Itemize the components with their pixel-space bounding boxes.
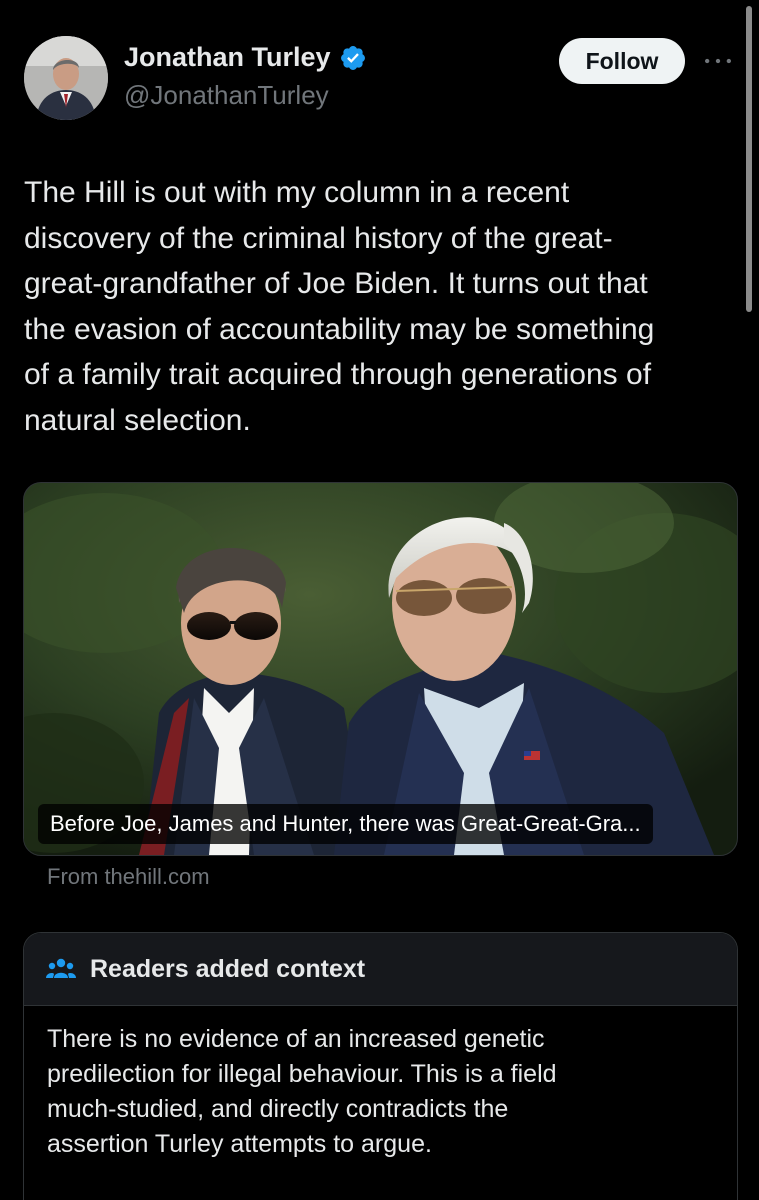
more-horizontal-icon[interactable] [700,46,736,76]
tweet-text-line: The Hill is out with my column in a rece… [24,176,570,209]
note-body-line: assertion Turley attempts to argue. [47,1130,432,1158]
tweet-text-line: natural selection. [24,403,251,437]
community-note-header[interactable]: Readers added context [24,933,737,1006]
link-card-image[interactable] [23,482,738,856]
note-body-line: predilection for illegal behaviour. This… [47,1060,557,1088]
follow-button[interactable]: Follow [559,38,685,84]
tweet-text-line: of a family trait acquired through gener… [24,358,652,391]
community-note-title: Readers added context [90,954,366,983]
note-body-line: There is no evidence of an increased gen… [47,1025,545,1053]
scrollbar[interactable] [746,6,752,312]
community-note: Readers added context There is no eviden… [23,932,738,1200]
tweet-text: The Hill is out with my column in a rece… [24,170,736,443]
link-card-source[interactable]: From thehill.com [47,864,210,890]
author-name-row[interactable]: Jonathan Turley [124,42,367,73]
verified-badge-icon[interactable] [339,44,367,72]
photo-two-men-walking [24,483,737,855]
community-note-body: There is no evidence of an increased gen… [24,1006,737,1162]
people-group-icon [46,956,76,982]
author-display-name[interactable]: Jonathan Turley [124,42,331,73]
author-avatar[interactable] [24,36,108,120]
author-handle[interactable]: @JonathanTurley [124,80,329,111]
tweet-text-line: the evasion of accountability may be som… [24,312,655,346]
note-body-line: much-studied, and directly contradicts t… [47,1095,509,1123]
tweet-page: Jonathan Turley @JonathanTurley Follow T… [0,0,759,1200]
tweet-text-line: discovery of the criminal history of the… [24,221,613,255]
link-card-caption[interactable]: Before Joe, James and Hunter, there was … [38,804,653,844]
tweet-text-line: great-grandfather of Joe Biden. It turns… [24,267,648,300]
